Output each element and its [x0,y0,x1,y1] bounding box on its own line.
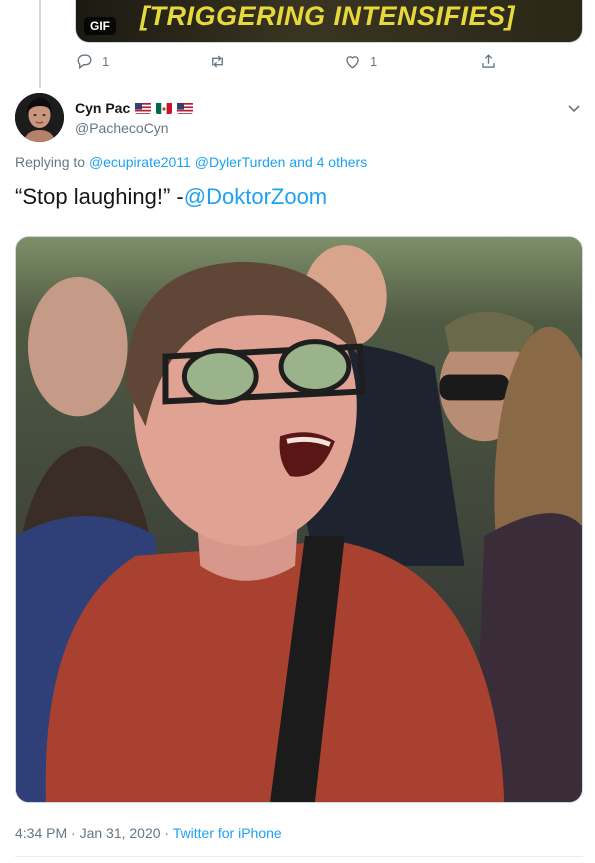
chevron-down-icon [568,105,580,113]
avatar[interactable] [15,93,64,142]
reply-mention-link[interactable]: @DylerTurden [195,154,286,170]
reply-others-link[interactable]: and 4 others [285,154,367,170]
share-button[interactable] [479,52,498,71]
gif-badge: GIF [84,17,116,35]
retweet-icon [212,55,223,68]
tweet-text: “Stop laughing!” -@DoktorZoom [15,184,327,210]
like-count: 1 [370,54,378,69]
replying-to-line: Replying to @ecupirate2011 @DylerTurden … [15,154,367,170]
heart-icon [346,56,359,69]
thread-connector-line [39,0,41,88]
author-handle[interactable]: @PachecoCyn [75,120,169,136]
replying-prefix: Replying to [15,154,89,170]
meta-separator: · [160,825,173,841]
previous-tweet-gif[interactable]: [TRIGGERING INTENSIFIES] GIF [75,0,583,43]
tweet-quote: “Stop laughing!” - [15,184,184,209]
retweet-button[interactable] [208,52,227,71]
us-flag-icon [177,102,194,114]
us-flag-icon [135,102,152,114]
author-name[interactable]: Cyn Pac [75,100,130,116]
divider [15,856,583,857]
previous-tweet-actions: 1 1 [75,52,505,76]
mexico-flag-icon [156,102,173,114]
gif-caption: [TRIGGERING INTENSIFIES] [140,1,516,31]
timestamp[interactable]: 4:34 PM · Jan 31, 2020 [15,825,161,841]
tweet-meta: 4:34 PM · Jan 31, 2020 · Twitter for iPh… [15,825,282,841]
tweet-source[interactable]: Twitter for iPhone [173,825,282,841]
tweet-mention-link[interactable]: @DoktorZoom [184,184,327,209]
reply-count: 1 [102,54,110,69]
author-name-row: Cyn Pac [75,100,194,116]
photo-content [16,237,582,802]
avatar-image [15,93,64,142]
more-options-button[interactable] [566,100,582,116]
tweet-photo[interactable] [15,236,583,803]
reply-mention-link[interactable]: @ecupirate2011 [89,154,191,170]
share-icon [482,54,495,68]
reply-icon [77,54,92,70]
like-button[interactable]: 1 [343,52,377,71]
reply-button[interactable]: 1 [75,52,109,71]
